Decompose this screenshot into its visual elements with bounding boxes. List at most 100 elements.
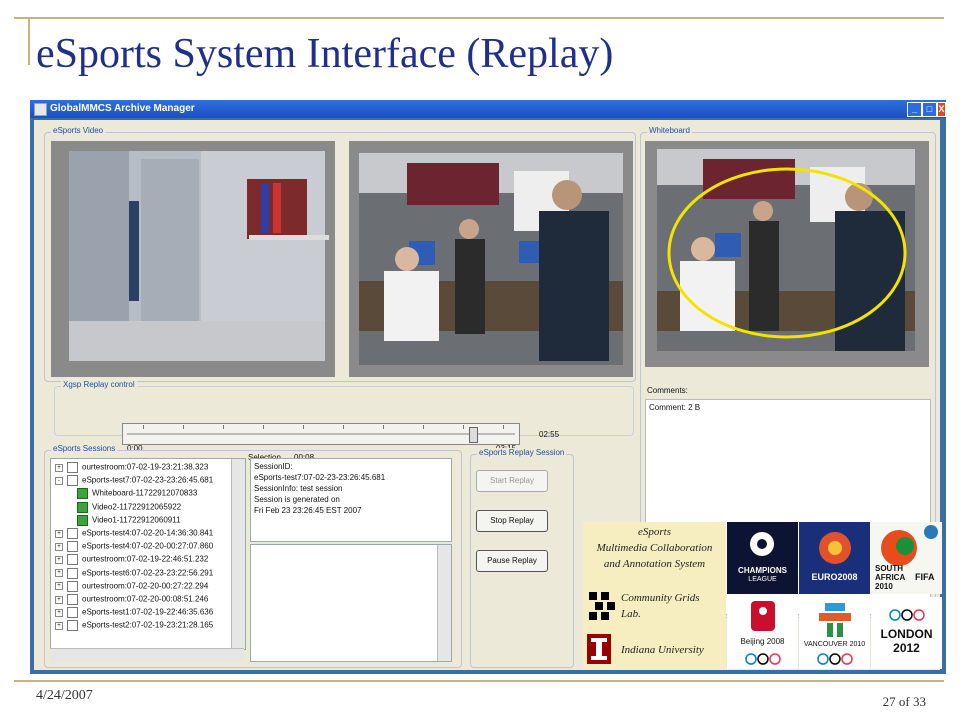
pause-replay-button[interactable]: Pause Replay bbox=[476, 550, 548, 572]
session-tree-label: eSports-test4:07-02-20-14:36:30.841 bbox=[82, 528, 214, 538]
timeline-tick bbox=[463, 425, 464, 429]
logo-line3: and Annotation System bbox=[603, 558, 706, 570]
expand-icon[interactable]: + bbox=[55, 621, 63, 630]
session-tree-item[interactable]: + eSports-test1:07-02-19-22:46:35.636 bbox=[51, 607, 213, 620]
ucl-line1: CHAMPIONS bbox=[738, 566, 787, 575]
expand-icon[interactable]: + bbox=[55, 569, 63, 578]
esports-video-label: eSports Video bbox=[51, 126, 106, 135]
beijing-2008-logo: Beijing 2008 bbox=[727, 597, 798, 669]
session-node-icon bbox=[67, 580, 78, 592]
london-2012-logo: LONDON 2012 bbox=[871, 597, 942, 669]
video1-image bbox=[69, 151, 329, 361]
expand-icon[interactable]: + bbox=[55, 582, 63, 591]
sa-line1: SOUTH bbox=[875, 564, 903, 573]
fifa-label: FIFA bbox=[915, 572, 935, 582]
london-line2: 2012 bbox=[893, 641, 920, 655]
session-tree-item[interactable]: + eSports-test2:07-02-19-23:21:28.165 bbox=[51, 620, 213, 633]
video2-frame bbox=[349, 141, 633, 377]
whiteboard-canvas[interactable] bbox=[645, 141, 929, 367]
session-tree-item[interactable]: + ourtestroom:07-02-19-23:21:38.323 bbox=[51, 462, 208, 475]
comment-text: Comment: 2 B bbox=[649, 403, 701, 412]
session-tree-item[interactable]: + ourtestroom:07-02-20-00:08:51.246 bbox=[51, 594, 208, 607]
session-tree-item[interactable]: + eSports-test6:07-02-23-23:22:56.291 bbox=[51, 567, 214, 581]
timeline-tick bbox=[383, 425, 384, 429]
replay-timeline-slider[interactable] bbox=[122, 423, 520, 445]
expand-icon[interactable]: + bbox=[55, 463, 63, 472]
replay-session-label: eSports Replay Session bbox=[477, 448, 567, 457]
tree-horizontal-scrollbar[interactable] bbox=[50, 648, 244, 661]
footer-date: 4/24/2007 bbox=[36, 688, 93, 703]
timeline-tick bbox=[343, 425, 344, 429]
session-node-icon bbox=[67, 567, 78, 579]
timeline-tick bbox=[303, 425, 304, 429]
esports-logo-panel: eSports Multimedia Collaboration and Ann… bbox=[583, 522, 726, 670]
close-button[interactable]: X bbox=[937, 102, 946, 117]
start-replay-button[interactable]: Start Replay bbox=[476, 470, 548, 492]
session-tree-label: ourtestroom:07-02-19-22:46:51.232 bbox=[82, 555, 209, 564]
tree-vertical-scrollbar[interactable] bbox=[231, 459, 245, 649]
minimize-button[interactable]: _ bbox=[907, 102, 922, 117]
comments-label: Comments: bbox=[647, 386, 688, 395]
expand-icon[interactable]: + bbox=[55, 542, 63, 551]
expand-icon[interactable]: + bbox=[55, 608, 63, 617]
session-tree-item[interactable]: + eSports-test4:07-02-20-14:36:30.841 bbox=[51, 528, 213, 541]
session-tree-item[interactable]: + ourtestroom:07-02-19-22:46:51.232 bbox=[51, 554, 208, 567]
replay-control-label: Xgsp Replay control bbox=[61, 380, 137, 389]
session-tree-item[interactable]: Whiteboard-11722912070833 bbox=[51, 488, 197, 501]
expand-icon[interactable]: + bbox=[55, 595, 63, 604]
maximize-button[interactable]: □ bbox=[922, 102, 937, 117]
session-info-line: SessionInfo: test session bbox=[254, 484, 343, 493]
session-info-box-2[interactable] bbox=[250, 544, 452, 662]
expand-icon[interactable]: + bbox=[55, 555, 63, 564]
session-tree-item[interactable]: Video1-11722912060911 bbox=[51, 514, 181, 528]
timeline-tick bbox=[503, 425, 504, 429]
session-tree-item[interactable]: Video2-11722912065922 bbox=[51, 501, 182, 515]
session-tree-label: ourtestroom:07-02-19-23:21:38.323 bbox=[82, 462, 209, 472]
cgl-line1: Community Grids bbox=[621, 592, 700, 604]
window-titlebar: GlobalMMCS Archive Manager _ □ X bbox=[30, 100, 946, 118]
session-tree-label: ourtestroom:07-02-20-00:08:51.246 bbox=[82, 594, 209, 604]
vancouver-icon bbox=[817, 603, 853, 665]
champions-league-logo: CHAMPIONS LEAGUE bbox=[727, 522, 798, 594]
session-node-icon bbox=[67, 554, 78, 566]
session-node-icon bbox=[67, 620, 78, 632]
timeline-tick bbox=[223, 425, 224, 429]
collapse-icon[interactable]: - bbox=[55, 476, 63, 485]
app-icon bbox=[34, 103, 47, 116]
session-tree-item[interactable]: + eSports-test4:07-02-20-00:27:07.860 bbox=[51, 541, 213, 554]
vancouver-label: VANCOUVER 2010 bbox=[803, 641, 866, 648]
session-info-line: Fri Feb 23 23:26:45 EST 2007 bbox=[254, 506, 362, 515]
session-info-line: Session is generated on bbox=[254, 495, 340, 504]
stop-replay-button[interactable]: Stop Replay bbox=[476, 510, 548, 532]
timeline-thumb[interactable] bbox=[469, 427, 478, 443]
session-tree-item[interactable]: - eSports-test7:07-02-23-23:26:45.681 bbox=[51, 475, 213, 488]
session-tree-label: eSports-test1:07-02-19-22:46:35.636 bbox=[82, 607, 214, 617]
window-title: GlobalMMCS Archive Manager bbox=[50, 103, 195, 114]
expand-icon[interactable]: + bbox=[55, 529, 63, 538]
timeline-track bbox=[127, 433, 515, 435]
top-rule bbox=[14, 17, 944, 19]
logo-line1: eSports bbox=[638, 526, 671, 538]
sessions-tree[interactable]: + ourtestroom:07-02-19-23:21:38.323 - eSpor… bbox=[50, 458, 246, 650]
champions-league-icon bbox=[750, 532, 774, 556]
ucl-line2: LEAGUE bbox=[748, 576, 777, 583]
session-info-box[interactable]: SessionID: eSports-test7:07-02-23-23:26:… bbox=[250, 458, 452, 542]
slide-title: eSports System Interface (Replay) bbox=[36, 31, 614, 77]
iu-label: Indiana University bbox=[621, 644, 704, 656]
cgl-line2: Lab. bbox=[621, 608, 641, 620]
session-tree-label: Video1-11722912060911 bbox=[92, 515, 181, 525]
session-tree-label: eSports-test7:07-02-23-23:26:45.681 bbox=[82, 475, 214, 485]
media-file-icon bbox=[77, 488, 88, 500]
info-vertical-scrollbar[interactable] bbox=[437, 545, 451, 661]
session-tree-item[interactable]: + ourtestroom:07-02-20-00:27:22.294 bbox=[51, 580, 208, 594]
total-time: 02:55 bbox=[539, 430, 560, 439]
session-tree-label: eSports-test6:07-02-23-23:22:56.291 bbox=[82, 568, 214, 578]
session-info-line: SessionID: bbox=[254, 462, 293, 471]
timeline-tick bbox=[263, 425, 264, 429]
whiteboard-label: Whiteboard bbox=[647, 126, 692, 135]
euro-label: EURO2008 bbox=[811, 572, 858, 582]
media-file-icon bbox=[77, 501, 88, 513]
london-line1: LONDON bbox=[880, 627, 933, 641]
community-grids-icon bbox=[589, 592, 615, 620]
session-tree-label: Video2-11722912065922 bbox=[92, 502, 182, 512]
